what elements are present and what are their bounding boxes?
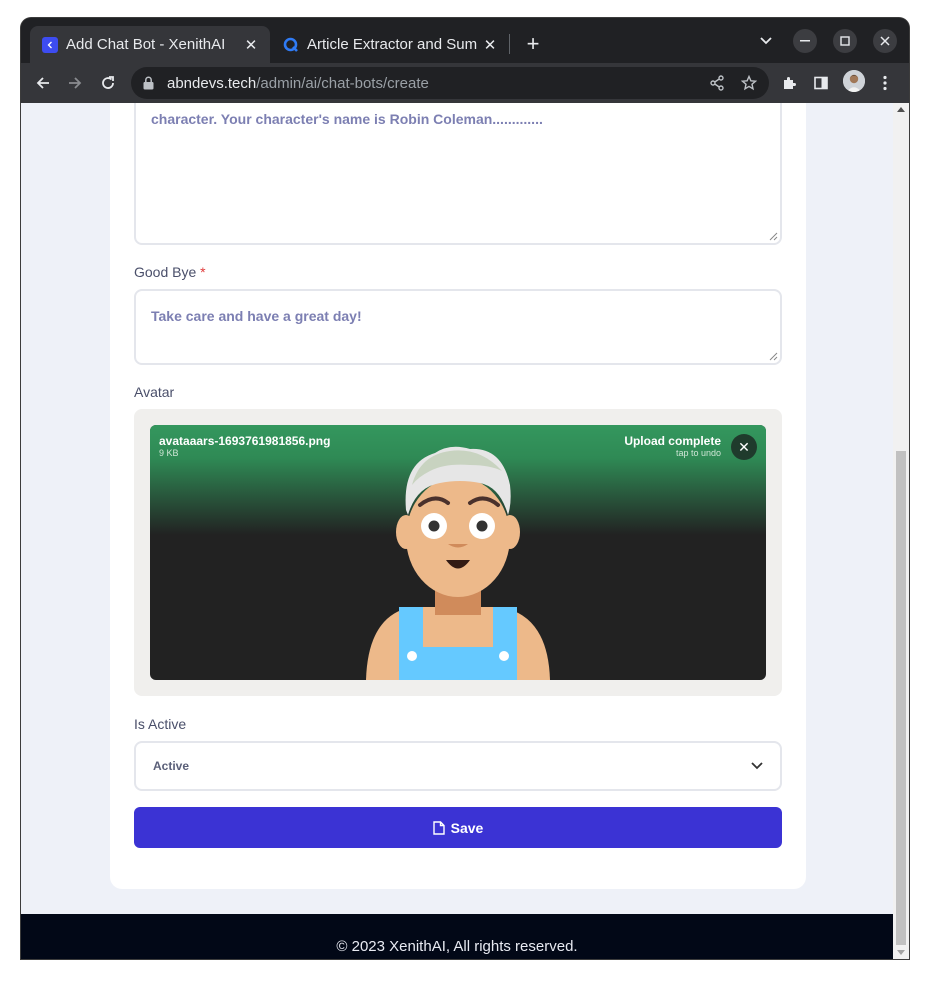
avatar-illustration xyxy=(366,446,550,680)
article-extractor-favicon-icon xyxy=(283,37,299,53)
uploaded-file-name: avataaars-1693761981856.png xyxy=(159,434,331,448)
save-button[interactable]: Save xyxy=(134,807,782,848)
page-scrollbar[interactable] xyxy=(893,103,909,959)
tab-search-chevron-icon[interactable] xyxy=(756,31,776,51)
tab-separator xyxy=(509,34,510,54)
forward-arrow-icon[interactable] xyxy=(63,71,87,95)
is-active-label: Is Active xyxy=(134,716,187,732)
avatar-preview: avataaars-1693761981856.png 9 KB Upload … xyxy=(150,425,766,680)
required-asterisk: * xyxy=(200,264,206,280)
tab-title: Article Extractor and Sum xyxy=(307,36,478,53)
url-path: /admin/ai/chat-bots/create xyxy=(256,74,429,92)
browser-window: Add Chat Bot - XenithAI ✕ Article Extrac… xyxy=(21,18,909,959)
extensions-puzzle-icon[interactable] xyxy=(777,71,801,95)
greeting-text: character. Your character's name is Robi… xyxy=(151,111,543,127)
file-icon xyxy=(432,820,445,835)
profile-avatar[interactable] xyxy=(843,70,865,92)
close-icon: ✕ xyxy=(738,438,750,455)
url-host: abndevs.tech xyxy=(167,74,257,92)
scroll-down-arrow-icon[interactable] xyxy=(897,950,905,955)
close-tab-icon[interactable]: ✕ xyxy=(242,36,260,54)
goodbye-textarea[interactable]: Take care and have a great day! xyxy=(134,289,782,365)
goodbye-label-text: Good Bye xyxy=(134,264,197,280)
xenithai-favicon-icon xyxy=(42,36,58,53)
chevron-down-icon xyxy=(751,762,763,770)
reload-icon[interactable] xyxy=(96,71,120,95)
uploaded-file-size: 9 KB xyxy=(159,448,179,458)
window-close-icon[interactable] xyxy=(873,29,897,53)
goodbye-text: Take care and have a great day! xyxy=(151,308,362,324)
lock-icon xyxy=(143,76,157,90)
tab-article-extractor[interactable]: Article Extractor and Sum ✕ xyxy=(271,26,509,63)
tab-title: Add Chat Bot - XenithAI xyxy=(66,36,226,53)
is-active-select[interactable]: Active xyxy=(134,741,782,791)
tap-to-undo-hint[interactable]: tap to undo xyxy=(676,448,721,458)
resize-handle-icon[interactable] xyxy=(769,352,778,361)
tab-strip: Add Chat Bot - XenithAI ✕ Article Extrac… xyxy=(21,18,909,63)
avatar-label: Avatar xyxy=(134,384,175,400)
avatar-upload-panel[interactable]: avataaars-1693761981856.png 9 KB Upload … xyxy=(134,409,782,696)
close-tab-icon[interactable]: ✕ xyxy=(481,36,499,54)
page-viewport: character. Your character's name is Robi… xyxy=(21,103,893,959)
is-active-selected-value: Active xyxy=(153,759,190,773)
resize-handle-icon[interactable] xyxy=(769,232,778,241)
share-icon[interactable] xyxy=(705,71,729,95)
address-bar[interactable]: abndevs.tech/admin/ai/chat-bots/create xyxy=(131,67,769,99)
goodbye-label: Good Bye * xyxy=(134,264,206,280)
scrollbar-thumb[interactable] xyxy=(896,451,906,945)
greeting-textarea[interactable]: character. Your character's name is Robi… xyxy=(134,103,782,245)
page-footer: © 2023 XenithAI, All rights reserved. xyxy=(21,914,893,959)
browser-toolbar: abndevs.tech/admin/ai/chat-bots/create xyxy=(21,63,909,103)
side-panel-icon[interactable] xyxy=(809,71,833,95)
minimize-icon[interactable] xyxy=(793,29,817,53)
browser-menu-icon[interactable] xyxy=(873,71,897,95)
new-tab-icon[interactable]: + xyxy=(521,31,545,56)
copyright-text: © 2023 XenithAI, All rights reserved. xyxy=(336,937,578,955)
bookmark-star-icon[interactable] xyxy=(737,71,761,95)
back-arrow-icon[interactable] xyxy=(31,71,55,95)
save-button-label: Save xyxy=(450,819,484,836)
form-card: character. Your character's name is Robi… xyxy=(110,103,806,889)
remove-file-button[interactable]: ✕ xyxy=(731,434,757,460)
scroll-up-arrow-icon[interactable] xyxy=(897,107,905,112)
maximize-icon[interactable] xyxy=(833,29,857,53)
tab-add-chat-bot[interactable]: Add Chat Bot - XenithAI ✕ xyxy=(30,26,270,63)
upload-status: Upload complete xyxy=(624,434,721,448)
